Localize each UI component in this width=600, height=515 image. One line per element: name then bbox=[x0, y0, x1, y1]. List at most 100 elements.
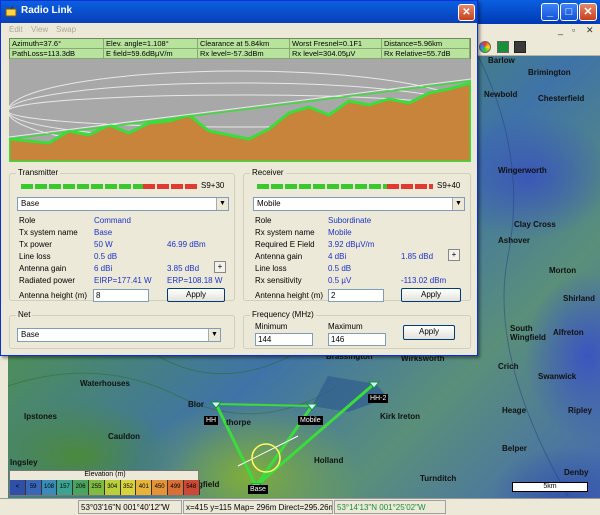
scale-bar: 5km bbox=[512, 482, 588, 492]
link-info-panel: Azimuth=37.6° Elev. angle=1.108° Clearan… bbox=[9, 38, 471, 59]
tx-row-extra: 3.85 dBd bbox=[167, 264, 200, 273]
rx-row-label: Rx system name bbox=[255, 228, 315, 237]
rx-unit-value: Mobile bbox=[257, 199, 281, 208]
frequency-maximum-input[interactable]: 146 bbox=[328, 333, 386, 346]
tx-row-value: Base bbox=[94, 228, 113, 237]
elevation-legend: Elevation (m) <59 108 157 206 255 304 352 401 45… bbox=[9, 470, 200, 496]
place-label: Belper bbox=[502, 444, 527, 453]
mdi-close-button[interactable]: ✕ bbox=[586, 25, 594, 36]
dialog-close-button[interactable]: ✕ bbox=[458, 4, 475, 21]
place-label: Morton bbox=[549, 266, 577, 275]
place-label: Ashover bbox=[498, 236, 531, 245]
place-label: Kirk Ireton bbox=[380, 412, 421, 421]
menu-edit[interactable]: Edit bbox=[9, 25, 23, 34]
tx-row-value: EIRP=177.41 W bbox=[94, 276, 152, 285]
dialog-titlebar[interactable]: Radio Link ✕ bbox=[1, 1, 477, 23]
legend-cell: 401 bbox=[136, 480, 153, 495]
rx-row-label: Antenna gain bbox=[255, 252, 303, 261]
unit-label-hh[interactable]: HH bbox=[204, 416, 219, 425]
frequency-minimum-input[interactable]: 144 bbox=[255, 333, 313, 346]
minimize-button[interactable]: _ bbox=[541, 3, 559, 21]
tx-row-value: 50 W bbox=[94, 240, 113, 249]
chevron-down-icon[interactable]: ▼ bbox=[216, 198, 228, 210]
place-label: Shirland bbox=[563, 294, 596, 303]
frequency-title: Frequency (MHz) bbox=[250, 310, 316, 319]
chart-icon[interactable] bbox=[497, 41, 509, 53]
status-coords: 53°03'16"N 001°40'12"W bbox=[78, 500, 182, 514]
device-icon[interactable] bbox=[514, 41, 526, 53]
tx-gain-plus-button[interactable]: + bbox=[214, 261, 226, 273]
chevron-down-icon[interactable]: ▼ bbox=[208, 329, 220, 341]
tx-antenna-height-input[interactable]: 8 bbox=[93, 289, 149, 302]
menu-view[interactable]: View bbox=[31, 25, 48, 34]
place-label: Wingerworth bbox=[498, 166, 547, 175]
frequency-minimum-label: Minimum bbox=[255, 322, 288, 331]
color-wheel-icon[interactable] bbox=[479, 41, 491, 53]
maximize-button[interactable]: □ bbox=[560, 3, 578, 21]
radio-link-dialog: Radio Link ✕ Edit View Swap Azimuth=37.6… bbox=[0, 0, 478, 356]
tx-apply-button[interactable]: Apply bbox=[167, 288, 225, 302]
chevron-down-icon[interactable]: ▼ bbox=[452, 198, 464, 210]
close-button[interactable]: ✕ bbox=[579, 3, 597, 21]
status-coords-2: 53°14'13"N 001°25'02"W bbox=[334, 500, 446, 514]
rx-row-value: 4 dBi bbox=[328, 252, 347, 261]
rx-apply-button[interactable]: Apply bbox=[401, 288, 461, 302]
rx-unit-select[interactable]: Mobile ▼ bbox=[253, 197, 465, 211]
rx-antenna-height-label: Antenna height (m) bbox=[255, 291, 324, 300]
e-field: E field=59.6dBµV/m bbox=[104, 49, 198, 59]
tx-row-label: Antenna gain bbox=[19, 264, 67, 273]
menu-swap[interactable]: Swap bbox=[56, 25, 76, 34]
rx-row-value: 0.5 µV bbox=[328, 276, 352, 285]
azimuth: Azimuth=37.6° bbox=[10, 39, 104, 49]
tx-row-value: Command bbox=[94, 216, 131, 225]
place-label: Newbold bbox=[484, 90, 518, 99]
terrain-profile[interactable] bbox=[9, 59, 471, 162]
legend-cell: 255 bbox=[89, 480, 105, 495]
place-label: Brimington bbox=[528, 68, 571, 77]
place-label: Ipstones bbox=[24, 412, 57, 421]
tx-row-label: Line loss bbox=[19, 252, 51, 261]
place-label: Turnditch bbox=[420, 474, 457, 483]
rx-row-value: Mobile bbox=[328, 228, 352, 237]
tx-row-label: Role bbox=[19, 216, 36, 225]
clearance: Clearance at 5.84km bbox=[198, 39, 290, 49]
place-label: Holland bbox=[314, 456, 344, 465]
place-label: Cauldon bbox=[108, 432, 140, 441]
place-label: Ingsley bbox=[10, 458, 38, 467]
unit-label-mobile[interactable]: Mobile bbox=[298, 416, 323, 425]
rx-row-label: Line loss bbox=[255, 264, 287, 273]
tx-unit-value: Base bbox=[21, 199, 40, 208]
place-label: Ripley bbox=[568, 406, 593, 415]
rx-level-uv: Rx level=304.05µV bbox=[290, 49, 382, 59]
net-value: Base bbox=[21, 330, 40, 339]
rx-row-value: Subordinate bbox=[328, 216, 372, 225]
rx-antenna-height-input[interactable]: 2 bbox=[328, 289, 384, 302]
frequency-apply-button[interactable]: Apply bbox=[403, 325, 455, 340]
rx-row-label: Role bbox=[255, 216, 272, 225]
tx-signal-meter bbox=[21, 184, 197, 189]
rx-row-extra: -113.02 dBm bbox=[401, 276, 447, 285]
place-label: Denby bbox=[564, 468, 589, 477]
rx-signal-meter bbox=[257, 184, 433, 189]
radio-link-icon bbox=[5, 6, 17, 17]
legend-cell: 450 bbox=[152, 480, 168, 495]
tx-row-label: Tx system name bbox=[19, 228, 78, 237]
receiver-title: Receiver bbox=[250, 168, 286, 177]
elev-angle: Elev. angle=1.108° bbox=[104, 39, 198, 49]
unit-label-base[interactable]: Base bbox=[248, 485, 268, 494]
tx-unit-select[interactable]: Base ▼ bbox=[17, 197, 229, 211]
legend-cell: 499 bbox=[168, 480, 184, 495]
mdi-restore-button[interactable]: ▫ bbox=[572, 25, 575, 35]
rx-row-value: 0.5 dB bbox=[328, 264, 352, 273]
legend-cell: 157 bbox=[57, 480, 74, 495]
tx-row-label: Radiated power bbox=[19, 276, 76, 285]
mdi-minimize-button[interactable]: _ bbox=[558, 25, 563, 35]
rx-gain-plus-button[interactable]: + bbox=[448, 249, 460, 261]
unit-label-hh2[interactable]: HH-2 bbox=[368, 394, 389, 403]
tx-row-extra: ERP=108.18 W bbox=[167, 276, 223, 285]
tx-row-label: Tx power bbox=[19, 240, 52, 249]
net-select[interactable]: Base ▼ bbox=[17, 328, 221, 342]
place-label: Waterhouses bbox=[80, 379, 130, 388]
statusbar: 53°03'16"N 001°40'12"W x=415 y=115 Map= … bbox=[0, 498, 600, 515]
legend-cell: 352 bbox=[120, 480, 137, 495]
